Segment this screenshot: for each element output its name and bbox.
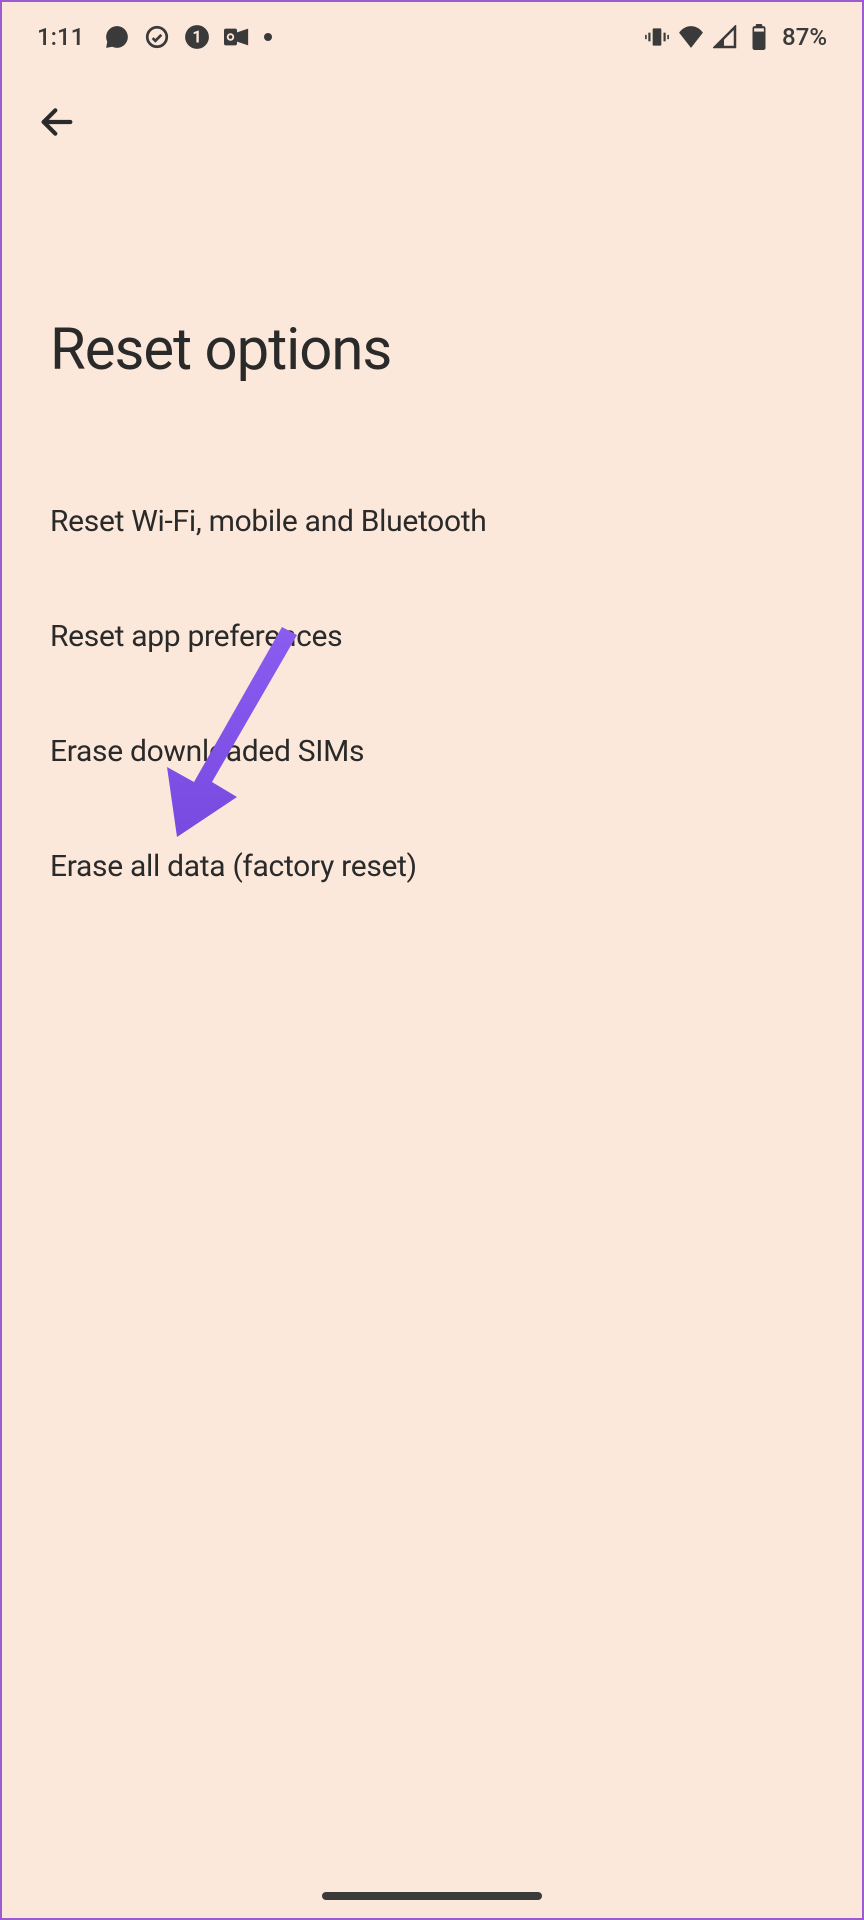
arrow-back-icon — [37, 102, 77, 142]
option-erase-sims[interactable]: Erase downloaded SIMs — [50, 694, 814, 809]
page-title: Reset options — [2, 166, 862, 464]
options-list: Reset Wi-Fi, mobile and Bluetooth Reset … — [2, 464, 862, 924]
svg-text:1: 1 — [193, 27, 202, 46]
status-left-group: 1:11 1 — [37, 23, 272, 51]
battery-icon — [746, 24, 772, 50]
signal-icon — [712, 24, 738, 50]
status-time: 1:11 — [37, 23, 84, 51]
option-reset-wifi[interactable]: Reset Wi-Fi, mobile and Bluetooth — [50, 464, 814, 579]
cloud-icon — [144, 24, 170, 50]
more-notifications-icon — [264, 33, 272, 41]
wifi-icon — [678, 24, 704, 50]
battery-percentage: 87% — [782, 23, 827, 51]
chat-icon — [104, 24, 130, 50]
outlook-icon — [224, 24, 250, 50]
notification-badge-icon: 1 — [184, 24, 210, 50]
option-erase-all-data[interactable]: Erase all data (factory reset) — [50, 809, 814, 924]
status-right-group: 87% — [644, 23, 827, 51]
navigation-home-indicator[interactable] — [322, 1892, 542, 1900]
back-button[interactable] — [2, 72, 862, 166]
option-reset-app-preferences[interactable]: Reset app preferences — [50, 579, 814, 694]
vibrate-icon — [644, 24, 670, 50]
status-bar: 1:11 1 — [2, 2, 862, 72]
